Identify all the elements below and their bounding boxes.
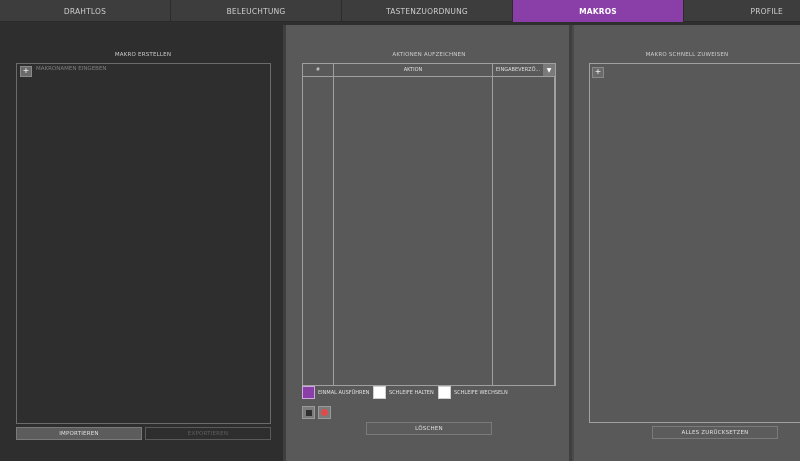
column-divider xyxy=(333,64,334,385)
toggle-loop-checkbox[interactable] xyxy=(438,386,451,399)
panel-record-actions: AKTIONEN AUFZEICHNEN # AKTION EINGABEVER… xyxy=(286,25,572,461)
record-icon xyxy=(321,409,328,416)
stop-icon xyxy=(305,409,312,416)
column-header-action: AKTION xyxy=(403,67,423,73)
tab-drahtlos[interactable]: DRAHTLOS xyxy=(0,0,171,22)
stop-button[interactable] xyxy=(302,406,315,419)
reset-all-button[interactable]: ALLES ZURÜCKSETZEN xyxy=(652,426,778,439)
hold-loop-checkbox[interactable] xyxy=(373,386,386,399)
delete-button[interactable]: LÖSCHEN xyxy=(366,422,492,435)
macro-name-input[interactable]: MAKRONAMEN EINGEBEN xyxy=(36,66,256,76)
record-button[interactable] xyxy=(318,406,331,419)
option-hold-loop[interactable]: SCHLEIFE HALTEN xyxy=(373,386,434,399)
option-label: SCHLEIFE WECHSELN xyxy=(454,389,508,396)
table-scrollbar[interactable] xyxy=(554,77,555,385)
panel-title: AKTIONEN AUFZEICHNEN xyxy=(392,52,466,58)
run-once-checkbox[interactable] xyxy=(302,386,315,399)
add-assignment-button[interactable]: + xyxy=(592,67,604,78)
option-label: EINMAL AUSFÜHREN xyxy=(318,389,370,396)
option-toggle-loop[interactable]: SCHLEIFE WECHSELN xyxy=(438,386,508,399)
column-dropdown-button[interactable]: ▼ xyxy=(543,64,555,76)
macro-list[interactable] xyxy=(16,63,271,424)
option-label: SCHLEIFE HALTEN xyxy=(389,389,434,396)
panel-title: MAKRO ERSTELLEN xyxy=(114,52,172,58)
table-header: # AKTION EINGABEVERZÖ... ▼ xyxy=(303,64,555,77)
tab-beleuchtung[interactable]: BELEUCHTUNG xyxy=(171,0,342,22)
column-divider xyxy=(492,64,493,385)
column-header-delay: EINGABEVERZÖ... xyxy=(495,67,541,73)
panel-create-macro: MAKRO ERSTELLEN + MAKRONAMEN EINGEBEN IM… xyxy=(0,25,286,461)
tab-profile[interactable]: PROFILE xyxy=(684,0,799,22)
top-tab-bar: DRAHTLOS BELEUCHTUNG TASTENZUORDNUNG MAK… xyxy=(0,0,800,22)
panel-quick-assign: MAKRO SCHNELL ZUWEISEN + ALLES ZURÜCKSET… xyxy=(572,25,800,461)
tab-tastenzuordnung[interactable]: TASTENZUORDNUNG xyxy=(342,0,513,22)
import-button[interactable]: IMPORTIEREN xyxy=(16,427,142,440)
export-button[interactable]: EXPORTIEREN xyxy=(145,427,271,440)
actions-table[interactable]: # AKTION EINGABEVERZÖ... ▼ xyxy=(302,63,556,386)
tab-makros[interactable]: MAKROS xyxy=(513,0,684,22)
option-run-once[interactable]: EINMAL AUSFÜHREN xyxy=(302,386,369,399)
quick-assign-list[interactable] xyxy=(589,63,800,423)
column-header-number: # xyxy=(315,67,321,73)
panel-title: MAKRO SCHNELL ZUWEISEN xyxy=(645,52,729,58)
add-macro-button[interactable]: + xyxy=(20,66,32,77)
